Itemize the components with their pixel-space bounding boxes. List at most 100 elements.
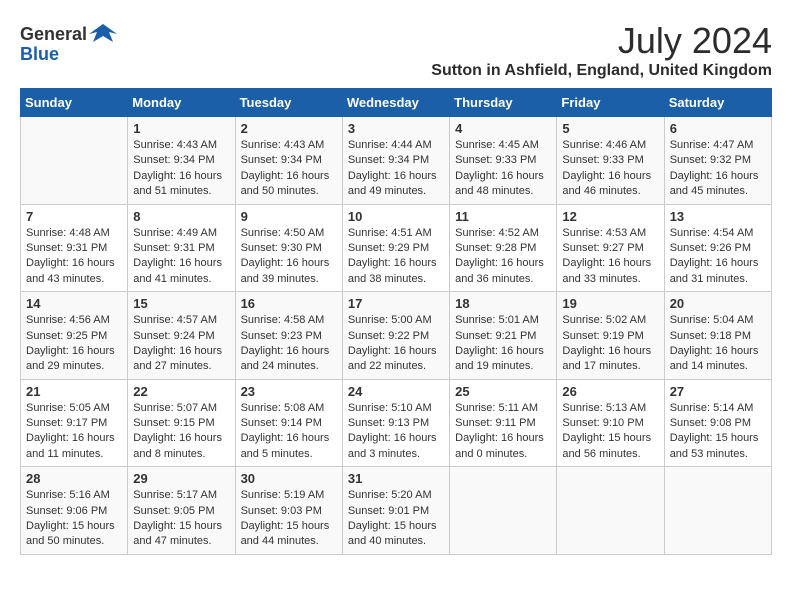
- calendar-table: Sunday Monday Tuesday Wednesday Thursday…: [20, 88, 772, 555]
- calendar-cell: 15 Sunrise: 4:57 AM Sunset: 9:24 PM Dayli…: [128, 292, 235, 380]
- day-number: 29: [133, 471, 229, 486]
- calendar-cell: 28 Sunrise: 5:16 AM Sunset: 9:06 PM Dayli…: [21, 467, 128, 555]
- day-info: Sunrise: 5:14 AM Sunset: 9:08 PM Dayligh…: [670, 401, 766, 463]
- day-info: Sunrise: 5:16 AM Sunset: 9:06 PM Dayligh…: [26, 488, 122, 550]
- day-number: 14: [26, 296, 122, 311]
- calendar-cell: 30 Sunrise: 5:19 AM Sunset: 9:03 PM Dayli…: [235, 467, 342, 555]
- day-number: 21: [26, 384, 122, 399]
- day-info: Sunrise: 5:01 AM Sunset: 9:21 PM Dayligh…: [455, 313, 551, 375]
- calendar-cell: 24 Sunrise: 5:10 AM Sunset: 9:13 PM Dayli…: [342, 379, 449, 467]
- calendar-cell: 23 Sunrise: 5:08 AM Sunset: 9:14 PM Dayli…: [235, 379, 342, 467]
- calendar-cell: 2Sunrise: 4:43 AM Sunset: 9:34 PM Daylig…: [235, 117, 342, 205]
- header-sunday: Sunday: [21, 89, 128, 117]
- calendar-cell: 16 Sunrise: 4:58 AM Sunset: 9:23 PM Dayli…: [235, 292, 342, 380]
- calendar-cell: 7Sunrise: 4:48 AM Sunset: 9:31 PM Daylig…: [21, 204, 128, 292]
- header-saturday: Saturday: [664, 89, 771, 117]
- calendar-cell: 21 Sunrise: 5:05 AM Sunset: 9:17 PM Dayli…: [21, 379, 128, 467]
- day-number: 25: [455, 384, 551, 399]
- calendar-cell: 6Sunrise: 4:47 AM Sunset: 9:32 PM Daylig…: [664, 117, 771, 205]
- day-info: Sunrise: 4:43 AM Sunset: 9:34 PM Dayligh…: [133, 138, 229, 200]
- day-number: 10: [348, 209, 444, 224]
- calendar-cell: 17 Sunrise: 5:00 AM Sunset: 9:22 PM Dayli…: [342, 292, 449, 380]
- calendar-cell: 11 Sunrise: 4:52 AM Sunset: 9:28 PM Dayli…: [450, 204, 557, 292]
- day-info: Sunrise: 4:44 AM Sunset: 9:34 PM Dayligh…: [348, 138, 444, 200]
- day-number: 9: [241, 209, 337, 224]
- day-number: 24: [348, 384, 444, 399]
- day-info: Sunrise: 4:47 AM Sunset: 9:32 PM Dayligh…: [670, 138, 766, 200]
- calendar-cell: 3 Sunrise: 4:44 AM Sunset: 9:34 PM Daylig…: [342, 117, 449, 205]
- day-info: Sunrise: 4:51 AM Sunset: 9:29 PM Dayligh…: [348, 226, 444, 288]
- calendar-cell: 8 Sunrise: 4:49 AM Sunset: 9:31 PM Daylig…: [128, 204, 235, 292]
- day-number: 20: [670, 296, 766, 311]
- day-number: 3: [348, 121, 444, 136]
- calendar-cell: 29 Sunrise: 5:17 AM Sunset: 9:05 PM Dayli…: [128, 467, 235, 555]
- location-title: Sutton in Ashfield, England, United King…: [431, 62, 772, 80]
- day-info: Sunrise: 5:08 AM Sunset: 9:14 PM Dayligh…: [241, 401, 337, 463]
- day-info: Sunrise: 5:20 AM Sunset: 9:01 PM Dayligh…: [348, 488, 444, 550]
- day-info: Sunrise: 5:19 AM Sunset: 9:03 PM Dayligh…: [241, 488, 337, 550]
- header-thursday: Thursday: [450, 89, 557, 117]
- header-monday: Monday: [128, 89, 235, 117]
- day-number: 22: [133, 384, 229, 399]
- calendar-cell: 22 Sunrise: 5:07 AM Sunset: 9:15 PM Dayli…: [128, 379, 235, 467]
- day-number: 7: [26, 209, 122, 224]
- day-info: Sunrise: 5:05 AM Sunset: 9:17 PM Dayligh…: [26, 401, 122, 463]
- header-tuesday: Tuesday: [235, 89, 342, 117]
- day-number: 11: [455, 209, 551, 224]
- logo-bird-icon: [89, 20, 117, 48]
- calendar-week-2: 7Sunrise: 4:48 AM Sunset: 9:31 PM Daylig…: [21, 204, 772, 292]
- day-number: 13: [670, 209, 766, 224]
- day-info: Sunrise: 4:50 AM Sunset: 9:30 PM Dayligh…: [241, 226, 337, 288]
- day-number: 8: [133, 209, 229, 224]
- day-info: Sunrise: 4:53 AM Sunset: 9:27 PM Dayligh…: [562, 226, 658, 288]
- day-info: Sunrise: 4:57 AM Sunset: 9:24 PM Dayligh…: [133, 313, 229, 375]
- day-info: Sunrise: 5:17 AM Sunset: 9:05 PM Dayligh…: [133, 488, 229, 550]
- day-info: Sunrise: 5:11 AM Sunset: 9:11 PM Dayligh…: [455, 401, 551, 463]
- day-info: Sunrise: 4:58 AM Sunset: 9:23 PM Dayligh…: [241, 313, 337, 375]
- title-section: July 2024 Sutton in Ashfield, England, U…: [431, 20, 772, 80]
- calendar-cell: 19Sunrise: 5:02 AM Sunset: 9:19 PM Dayli…: [557, 292, 664, 380]
- header-wednesday: Wednesday: [342, 89, 449, 117]
- calendar-cell: 14Sunrise: 4:56 AM Sunset: 9:25 PM Dayli…: [21, 292, 128, 380]
- day-number: 17: [348, 296, 444, 311]
- day-number: 26: [562, 384, 658, 399]
- day-number: 28: [26, 471, 122, 486]
- calendar-cell: 10 Sunrise: 4:51 AM Sunset: 9:29 PM Dayli…: [342, 204, 449, 292]
- day-info: Sunrise: 4:52 AM Sunset: 9:28 PM Dayligh…: [455, 226, 551, 288]
- calendar-week-1: 1 Sunrise: 4:43 AM Sunset: 9:34 PM Daylig…: [21, 117, 772, 205]
- calendar-cell: 5 Sunrise: 4:46 AM Sunset: 9:33 PM Daylig…: [557, 117, 664, 205]
- calendar-week-3: 14Sunrise: 4:56 AM Sunset: 9:25 PM Dayli…: [21, 292, 772, 380]
- day-info: Sunrise: 5:07 AM Sunset: 9:15 PM Dayligh…: [133, 401, 229, 463]
- day-number: 16: [241, 296, 337, 311]
- day-info: Sunrise: 4:49 AM Sunset: 9:31 PM Dayligh…: [133, 226, 229, 288]
- calendar-cell: 31 Sunrise: 5:20 AM Sunset: 9:01 PM Dayli…: [342, 467, 449, 555]
- day-number: 23: [241, 384, 337, 399]
- day-number: 31: [348, 471, 444, 486]
- calendar-cell: 1 Sunrise: 4:43 AM Sunset: 9:34 PM Daylig…: [128, 117, 235, 205]
- logo-text-blue: Blue: [20, 44, 59, 65]
- day-number: 15: [133, 296, 229, 311]
- calendar-cell: 4Sunrise: 4:45 AM Sunset: 9:33 PM Daylig…: [450, 117, 557, 205]
- day-number: 5: [562, 121, 658, 136]
- calendar-cell: 13Sunrise: 4:54 AM Sunset: 9:26 PM Dayli…: [664, 204, 771, 292]
- calendar-cell: 26Sunrise: 5:13 AM Sunset: 9:10 PM Dayli…: [557, 379, 664, 467]
- calendar-cell: 12 Sunrise: 4:53 AM Sunset: 9:27 PM Dayli…: [557, 204, 664, 292]
- calendar-week-5: 28 Sunrise: 5:16 AM Sunset: 9:06 PM Dayli…: [21, 467, 772, 555]
- day-info: Sunrise: 5:04 AM Sunset: 9:18 PM Dayligh…: [670, 313, 766, 375]
- day-number: 12: [562, 209, 658, 224]
- day-number: 18: [455, 296, 551, 311]
- header-row: Sunday Monday Tuesday Wednesday Thursday…: [21, 89, 772, 117]
- calendar-cell: 9 Sunrise: 4:50 AM Sunset: 9:30 PM Daylig…: [235, 204, 342, 292]
- day-info: Sunrise: 5:10 AM Sunset: 9:13 PM Dayligh…: [348, 401, 444, 463]
- calendar-cell: [664, 467, 771, 555]
- day-number: 2: [241, 121, 337, 136]
- day-number: 30: [241, 471, 337, 486]
- day-number: 4: [455, 121, 551, 136]
- day-info: Sunrise: 5:00 AM Sunset: 9:22 PM Dayligh…: [348, 313, 444, 375]
- day-number: 1: [133, 121, 229, 136]
- day-info: Sunrise: 4:46 AM Sunset: 9:33 PM Dayligh…: [562, 138, 658, 200]
- logo: General Blue: [20, 20, 117, 65]
- day-number: 19: [562, 296, 658, 311]
- day-number: 27: [670, 384, 766, 399]
- calendar-cell: 18 Sunrise: 5:01 AM Sunset: 9:21 PM Dayli…: [450, 292, 557, 380]
